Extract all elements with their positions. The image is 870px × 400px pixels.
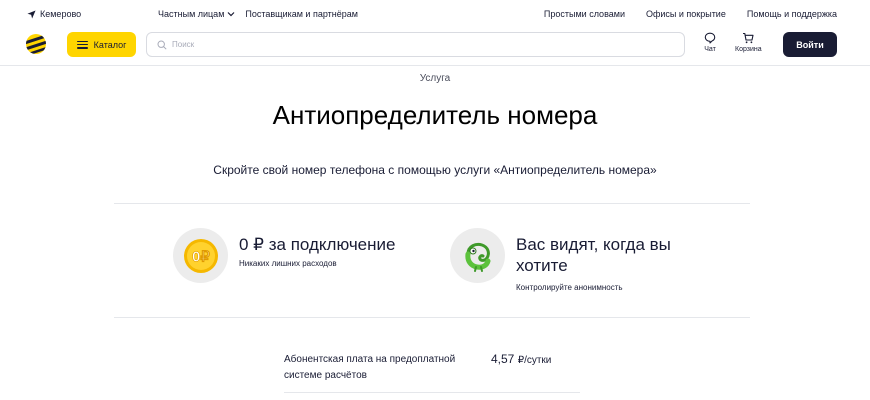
link-help-support[interactable]: Помощь и поддержка	[747, 9, 837, 19]
feature-title: Вас видят, когда вы хотите	[516, 235, 671, 275]
chevron-down-icon	[227, 12, 235, 17]
feature-text: Вас видят, когда вы хотите Контролируйте…	[516, 228, 686, 292]
search-bar[interactable]	[146, 32, 685, 57]
feature-text: 0 ₽ за подключение Никаких лишних расход…	[239, 228, 395, 283]
cart-icon	[743, 32, 754, 44]
catalog-button[interactable]: Каталог	[67, 32, 136, 57]
feature-subtitle: Контролируйте анонимность	[516, 283, 623, 292]
service-eyebrow: Услуга	[419, 73, 451, 84]
segment-partners-label: Поставщикам и партнёрам	[245, 9, 358, 19]
feature-free-connection: 0₽ 0 ₽ за подключение Никаких лишних рас…	[173, 228, 395, 283]
feature-title: 0 ₽ за подключение	[239, 235, 396, 254]
coin-badge-text: 0₽	[192, 248, 210, 265]
chat-button[interactable]: Чат	[704, 32, 716, 53]
page-subtitle: Скройте свой номер телефона с помощью ус…	[213, 163, 657, 177]
price-unit: ₽/сутки	[517, 355, 552, 366]
link-simple-words[interactable]: Простыми словами	[544, 9, 625, 19]
link-offices-coverage[interactable]: Офисы и покрытие	[646, 9, 726, 19]
city-name: Кемерово	[40, 9, 82, 19]
city-selector[interactable]: Кемерово	[27, 9, 81, 19]
price-amount: 4,57	[491, 352, 515, 366]
segment-private-label: Частным лицам	[158, 9, 225, 19]
cart-button[interactable]: Корзина	[735, 32, 762, 53]
menu-icon	[76, 40, 88, 49]
segment-nav: Частным лицам Поставщикам и партнёрам	[158, 9, 358, 19]
location-arrow-icon	[27, 9, 36, 19]
beeline-logo-icon[interactable]	[25, 33, 47, 55]
divider	[284, 392, 580, 393]
page-title: Антиопределитель номера	[272, 100, 598, 130]
chameleon-icon	[450, 228, 505, 283]
feature-subtitle: Никаких лишних расходов	[239, 259, 337, 268]
search-input[interactable]	[172, 40, 652, 49]
coin-0-rub-icon: 0₽	[173, 228, 228, 283]
divider	[114, 203, 750, 204]
search-icon	[157, 39, 167, 50]
chat-bubble-icon	[704, 32, 716, 44]
chat-label: Чат	[704, 46, 716, 53]
top-links: Простыми словами Офисы и покрытие Помощь…	[544, 9, 837, 19]
divider	[114, 317, 750, 318]
catalog-label: Каталог	[93, 39, 127, 50]
login-button[interactable]: Войти	[783, 32, 837, 57]
feature-visibility-control: Вас видят, когда вы хотите Контролируйте…	[450, 228, 686, 292]
top-bar: Кемерово Частным лицам Поставщикам и пар…	[0, 0, 870, 28]
main-header: Каталог Чат Корзина Войти	[0, 28, 870, 66]
cart-label: Корзина	[735, 46, 762, 53]
segment-private[interactable]: Частным лицам	[158, 9, 235, 19]
segment-partners[interactable]: Поставщикам и партнёрам	[245, 9, 358, 19]
price-value: 4,57 ₽/сутки	[491, 352, 551, 366]
price-label: Абонентская плата на предоплатной систем…	[284, 354, 456, 381]
